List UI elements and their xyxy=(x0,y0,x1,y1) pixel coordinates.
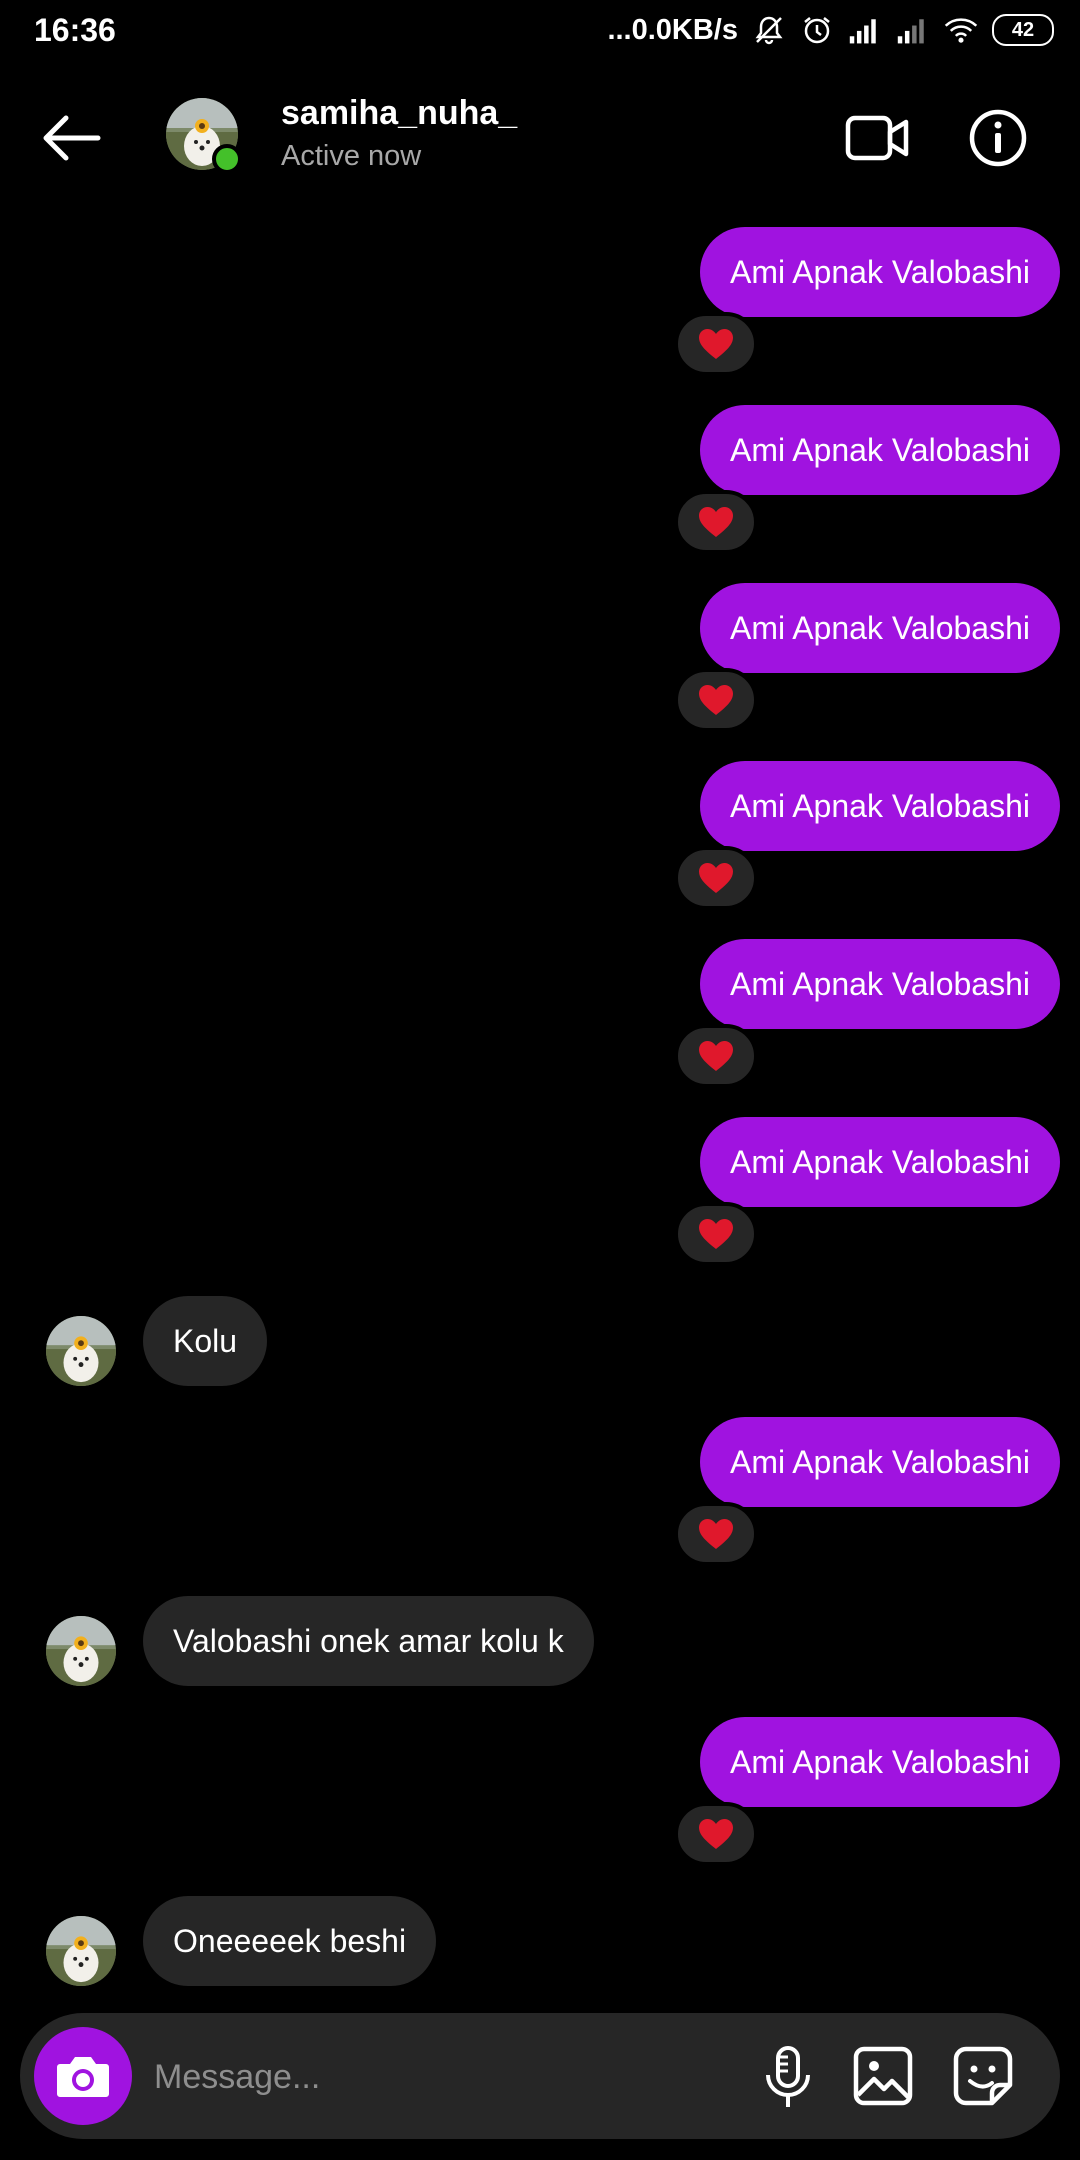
battery-indicator: 42 xyxy=(992,14,1054,46)
reaction-badge[interactable] xyxy=(674,1802,758,1866)
outgoing-message[interactable]: Ami Apnak Valobashi xyxy=(699,1717,1060,1807)
signal-icon xyxy=(848,13,882,47)
heart-icon xyxy=(699,507,733,537)
outgoing-message[interactable]: Ami Apnak Valobashi xyxy=(699,583,1060,673)
heart-icon xyxy=(699,329,733,359)
heart-icon xyxy=(699,1819,733,1849)
info-icon xyxy=(969,109,1027,167)
gallery-button[interactable] xyxy=(852,2045,914,2107)
heart-icon xyxy=(699,1041,733,1071)
sender-avatar[interactable] xyxy=(46,1916,116,1986)
conversation-info-button[interactable] xyxy=(968,108,1028,168)
network-speed: ...0.0KB/s xyxy=(607,13,738,46)
sticker-button[interactable] xyxy=(952,2045,1014,2107)
reaction-badge[interactable] xyxy=(674,490,758,554)
voice-message-button[interactable] xyxy=(758,2045,818,2111)
message-composer xyxy=(20,2013,1060,2139)
back-button[interactable] xyxy=(38,110,104,166)
online-indicator xyxy=(212,144,242,174)
message-input[interactable] xyxy=(152,2043,716,2111)
sticker-icon xyxy=(953,2046,1013,2106)
alarm-icon xyxy=(800,13,834,47)
mute-bell-icon xyxy=(752,13,786,47)
outgoing-message[interactable]: Ami Apnak Valobashi xyxy=(699,1117,1060,1207)
outgoing-message[interactable]: Ami Apnak Valobashi xyxy=(699,405,1060,495)
signal-icon-2 xyxy=(896,13,930,47)
status-bar: 16:36 ...0.0KB/s 42 xyxy=(0,0,1080,62)
reaction-badge[interactable] xyxy=(674,846,758,910)
sender-avatar[interactable] xyxy=(46,1316,116,1386)
video-camera-icon xyxy=(845,115,909,161)
outgoing-message[interactable]: Ami Apnak Valobashi xyxy=(699,227,1060,317)
status-time: 16:36 xyxy=(34,12,116,48)
video-call-button[interactable] xyxy=(844,108,910,168)
outgoing-message[interactable]: Ami Apnak Valobashi xyxy=(699,939,1060,1029)
heart-icon xyxy=(699,685,733,715)
reaction-badge[interactable] xyxy=(674,312,758,376)
sender-avatar[interactable] xyxy=(46,1616,116,1686)
camera-button[interactable] xyxy=(34,2027,132,2125)
outgoing-message[interactable]: Ami Apnak Valobashi xyxy=(699,1417,1060,1507)
microphone-icon xyxy=(766,2046,810,2107)
heart-icon xyxy=(699,1219,733,1249)
camera-icon xyxy=(57,2057,109,2097)
chat-header: samiha_nuha_ Active now xyxy=(0,88,1080,188)
active-status: Active now xyxy=(281,140,422,172)
incoming-message[interactable]: Valobashi onek amar kolu k xyxy=(143,1596,594,1686)
heart-icon xyxy=(699,1519,733,1549)
incoming-message[interactable]: Oneeeeek beshi xyxy=(143,1896,437,1986)
status-icons: ...0.0KB/s 42 xyxy=(607,10,1054,50)
arrow-left-icon xyxy=(43,115,101,161)
heart-icon xyxy=(699,863,733,893)
reaction-badge[interactable] xyxy=(674,1202,758,1266)
wifi-icon xyxy=(944,13,978,47)
image-icon xyxy=(853,2046,913,2106)
reaction-badge[interactable] xyxy=(674,1024,758,1088)
chat-username[interactable]: samiha_nuha_ xyxy=(281,94,517,133)
incoming-message[interactable]: Kolu xyxy=(143,1296,268,1386)
reaction-badge[interactable] xyxy=(674,1502,758,1566)
outgoing-message[interactable]: Ami Apnak Valobashi xyxy=(699,761,1060,851)
reaction-badge[interactable] xyxy=(674,668,758,732)
